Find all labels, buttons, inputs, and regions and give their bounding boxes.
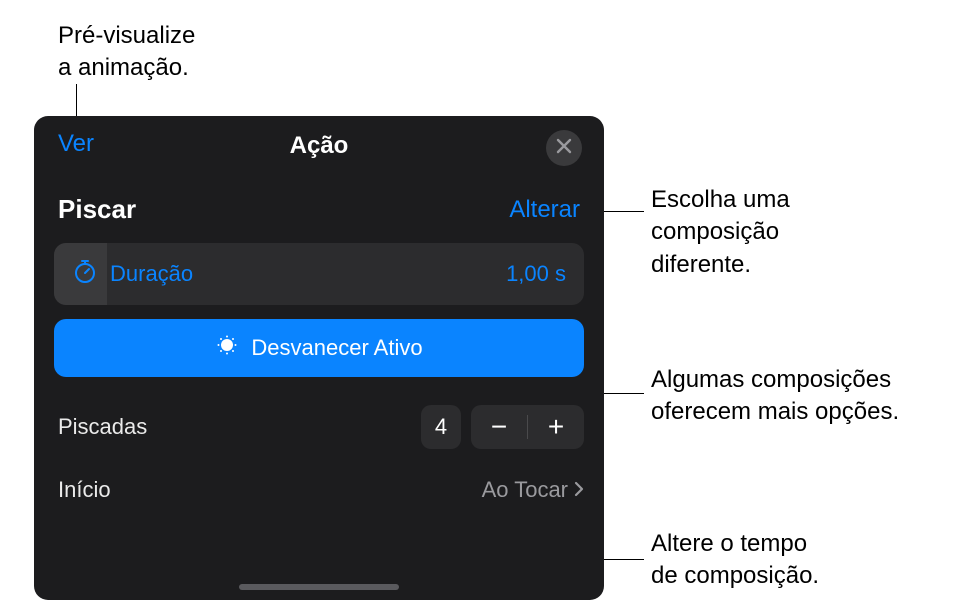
fade-active-button[interactable]: Desvanecer Ativo bbox=[54, 319, 584, 377]
blinks-row: Piscadas 4 − + bbox=[34, 391, 604, 459]
start-value: Ao Tocar bbox=[482, 477, 568, 503]
start-label: Início bbox=[58, 477, 111, 503]
fade-button-label: Desvanecer Ativo bbox=[251, 335, 422, 361]
blinks-stepper: − + bbox=[471, 405, 584, 449]
duration-control[interactable]: Duração 1,00 s bbox=[54, 243, 584, 305]
effect-row: Piscar Alterar bbox=[34, 176, 604, 237]
home-indicator bbox=[239, 584, 399, 590]
stopwatch-icon bbox=[72, 258, 98, 290]
callout-more-options: Algumas composições oferecem mais opções… bbox=[651, 364, 899, 429]
decrement-button[interactable]: − bbox=[471, 405, 527, 449]
preview-button[interactable]: Ver bbox=[58, 130, 94, 158]
minus-icon: − bbox=[491, 411, 507, 443]
change-button[interactable]: Alterar bbox=[509, 196, 580, 224]
chevron-right-icon bbox=[574, 477, 584, 503]
callout-lead bbox=[604, 559, 644, 560]
blinks-label: Piscadas bbox=[58, 414, 147, 440]
plus-icon: + bbox=[548, 411, 564, 443]
close-button[interactable] bbox=[546, 130, 582, 166]
callout-lead bbox=[76, 84, 77, 116]
callout-build-timing: Altere o tempo de composição. bbox=[651, 528, 819, 593]
start-row[interactable]: Início Ao Tocar bbox=[34, 459, 604, 515]
callout-preview: Pré-visualize a animação. bbox=[58, 20, 195, 85]
callout-change-build: Escolha uma composição diferente. bbox=[651, 184, 790, 281]
close-icon bbox=[556, 138, 572, 159]
effect-name: Piscar bbox=[58, 194, 136, 225]
increment-button[interactable]: + bbox=[528, 405, 584, 449]
action-panel: Ver Ação Piscar Alterar Duração 1,00 s bbox=[34, 116, 604, 600]
blur-icon bbox=[215, 333, 239, 363]
panel-title: Ação bbox=[290, 132, 349, 160]
duration-label: Duração bbox=[110, 261, 193, 287]
blinks-value: 4 bbox=[421, 405, 461, 449]
duration-value: 1,00 s bbox=[506, 261, 566, 287]
callout-lead bbox=[604, 393, 644, 394]
panel-header: Ver Ação bbox=[34, 116, 604, 176]
callout-lead bbox=[604, 211, 644, 212]
